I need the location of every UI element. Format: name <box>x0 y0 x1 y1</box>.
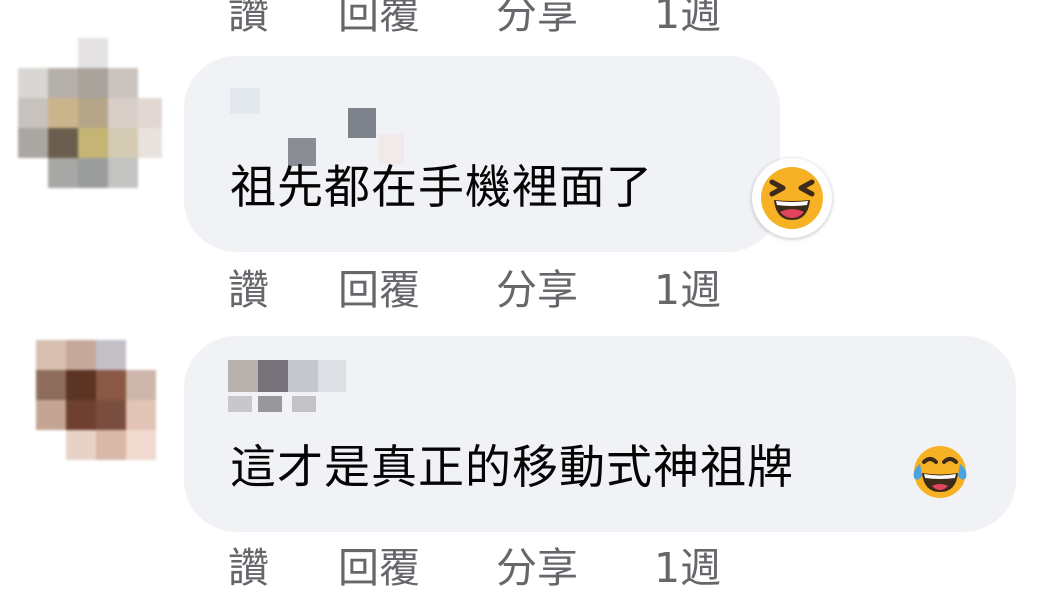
share-link[interactable]: 分享 <box>496 262 654 318</box>
tears-of-joy-icon <box>913 446 967 498</box>
avatar[interactable] <box>36 340 162 470</box>
comment-text: 這才是真正的移動式神祖牌 <box>230 440 794 494</box>
comment-timestamp[interactable]: 1週 <box>654 540 721 596</box>
laughing-face-icon <box>761 167 823 229</box>
comments-section: 讚 回覆 分享 1週 祖先都在手機裡面了 讚 回覆 分享 1週 這才是真正的移動… <box>0 0 1060 596</box>
share-link[interactable]: 分享 <box>496 540 654 596</box>
reply-link[interactable]: 回覆 <box>338 0 496 42</box>
comment-timestamp[interactable]: 1週 <box>654 262 721 318</box>
reaction-badge[interactable] <box>752 158 832 238</box>
reply-link[interactable]: 回覆 <box>338 262 496 318</box>
reply-link[interactable]: 回覆 <box>338 540 496 596</box>
comment-actions-row: 讚 回覆 分享 1週 <box>228 0 721 42</box>
like-link[interactable]: 讚 <box>228 262 338 318</box>
author-name[interactable] <box>214 78 414 166</box>
comment-actions-row: 讚 回覆 分享 1週 <box>228 540 721 596</box>
avatar[interactable] <box>18 38 162 188</box>
share-link[interactable]: 分享 <box>496 0 654 42</box>
like-link[interactable]: 讚 <box>228 540 338 596</box>
comment-timestamp[interactable]: 1週 <box>654 0 721 42</box>
comment-actions-row: 讚 回覆 分享 1週 <box>228 262 721 318</box>
comment-bubble: 這才是真正的移動式神祖牌 <box>184 336 1016 532</box>
comment-bubble: 祖先都在手機裡面了 <box>184 56 780 252</box>
like-link[interactable]: 讚 <box>228 0 338 42</box>
author-name[interactable] <box>228 356 368 420</box>
comment-text: 祖先都在手機裡面了 <box>230 160 653 214</box>
